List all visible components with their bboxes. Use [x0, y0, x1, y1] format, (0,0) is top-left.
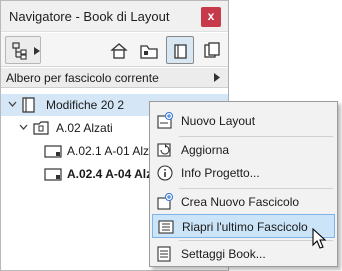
menu-item-refresh[interactable]: Aggiorna	[152, 138, 335, 162]
menu-item-label: Crea Nuovo Fascicolo	[181, 195, 300, 209]
window-title: Navigatore - Book di Layout	[9, 9, 170, 24]
tree-dropdown-icon	[12, 42, 27, 60]
menu-item-project-info[interactable]: Info Progetto...	[152, 161, 335, 185]
menu-item-book-settings[interactable]: Settaggi Book...	[152, 242, 335, 266]
view-map-button[interactable]	[134, 36, 162, 64]
new-layout-icon	[157, 112, 174, 129]
layout-icon	[44, 168, 62, 181]
book-icon	[22, 97, 35, 113]
tree-item-label: A.02.1 A-01 Alzat	[67, 144, 160, 158]
close-button[interactable]: x	[201, 7, 221, 27]
reopen-issue-icon	[158, 220, 174, 234]
collapse-arrow-icon[interactable]	[8, 101, 17, 108]
menu-item-label: Info Progetto...	[181, 166, 260, 180]
view-mode-dropdown-button[interactable]	[5, 36, 41, 64]
navigator-toolbar	[1, 33, 228, 67]
info-icon	[157, 165, 173, 181]
title-bar: Navigatore - Book di Layout x	[1, 1, 228, 32]
menu-separator	[179, 188, 333, 189]
tree-selector-dropdown[interactable]: Albero per fascicolo corrente	[1, 68, 228, 88]
book-settings-icon	[157, 246, 171, 262]
tree-item-label: A.02 Alzati	[56, 121, 113, 135]
menu-item-new-issue[interactable]: Crea Nuovo Fascicolo	[152, 190, 335, 214]
publisher-icon	[204, 42, 220, 58]
tree-selector-label: Albero per fascicolo corrente	[6, 71, 159, 85]
layout-book-button[interactable]	[166, 36, 194, 64]
menu-item-label: Aggiorna	[181, 143, 230, 157]
layout-icon	[44, 145, 62, 158]
collapse-arrow-icon[interactable]	[19, 124, 28, 131]
menu-item-label: Nuovo Layout	[181, 114, 256, 128]
menu-item-label: Riapri l'ultimo Fascicolo	[182, 220, 308, 234]
chevron-right-icon	[34, 47, 40, 55]
subset-folder-icon	[33, 121, 49, 135]
menu-item-new-layout[interactable]: Nuovo Layout	[152, 109, 335, 133]
project-map-button[interactable]	[104, 36, 132, 64]
menu-separator	[179, 136, 333, 137]
menu-item-label: Settaggi Book...	[181, 247, 266, 261]
chevron-right-icon	[214, 73, 220, 82]
menu-item-reopen-last-issue[interactable]: Riapri l'ultimo Fascicolo	[152, 214, 335, 238]
layout-book-icon	[174, 44, 187, 59]
house-icon	[110, 43, 128, 59]
mouse-cursor-icon	[312, 228, 327, 249]
menu-separator	[179, 240, 333, 241]
new-issue-icon	[157, 193, 174, 210]
context-menu: Nuovo Layout Aggiorna Info Progetto... C…	[149, 101, 338, 267]
folder-view-icon	[140, 45, 158, 59]
publisher-sets-button[interactable]	[197, 36, 225, 64]
tree-item-label: Modifiche 20 2	[46, 98, 125, 112]
refresh-icon	[157, 143, 171, 157]
